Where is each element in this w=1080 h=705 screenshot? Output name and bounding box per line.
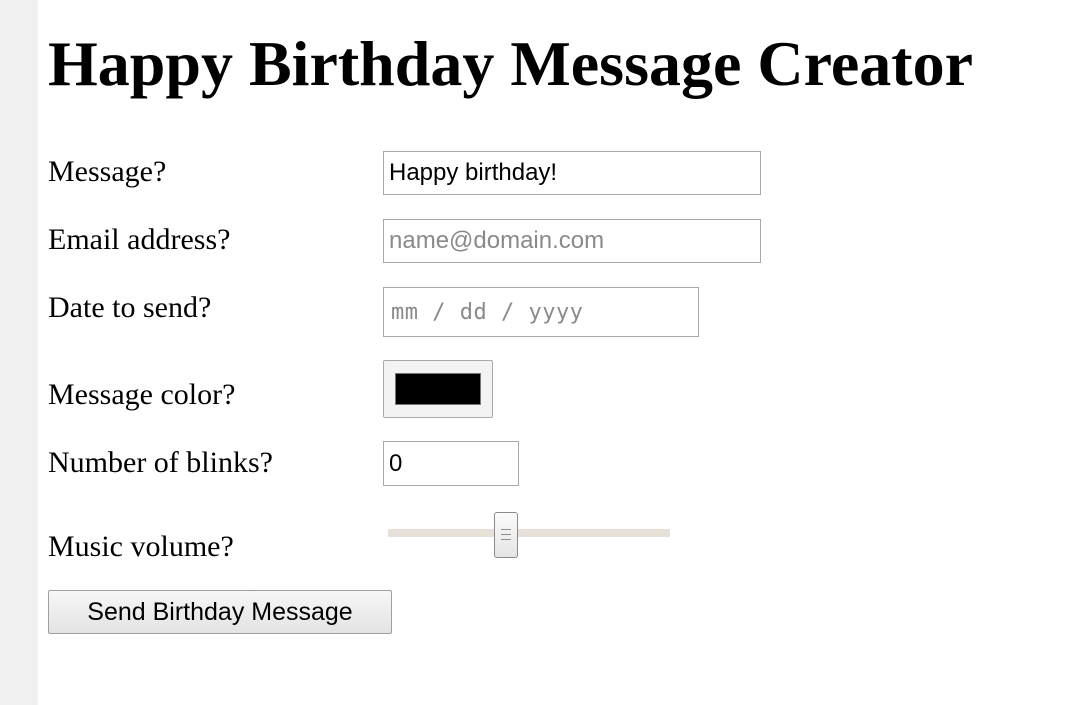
color-swatch	[395, 373, 481, 405]
email-input[interactable]	[383, 219, 761, 263]
color-picker[interactable]	[383, 360, 493, 418]
color-label: Message color?	[48, 378, 236, 411]
blinks-input[interactable]	[383, 441, 519, 486]
email-label: Email address?	[48, 223, 231, 256]
volume-slider-track[interactable]	[388, 529, 670, 537]
volume-label: Music volume?	[48, 530, 234, 563]
volume-slider-thumb[interactable]	[493, 512, 518, 558]
date-input[interactable]	[383, 287, 699, 337]
send-birthday-message-button[interactable]: Send Birthday Message	[48, 590, 392, 634]
page-title: Happy Birthday Message Creator	[48, 28, 973, 99]
grip-icon	[500, 529, 511, 541]
message-input[interactable]	[383, 151, 761, 195]
message-label: Message?	[48, 155, 167, 188]
left-gutter	[0, 0, 38, 705]
volume-slider[interactable]	[388, 512, 670, 560]
blinks-label: Number of blinks?	[48, 446, 273, 479]
date-label: Date to send?	[48, 291, 212, 324]
